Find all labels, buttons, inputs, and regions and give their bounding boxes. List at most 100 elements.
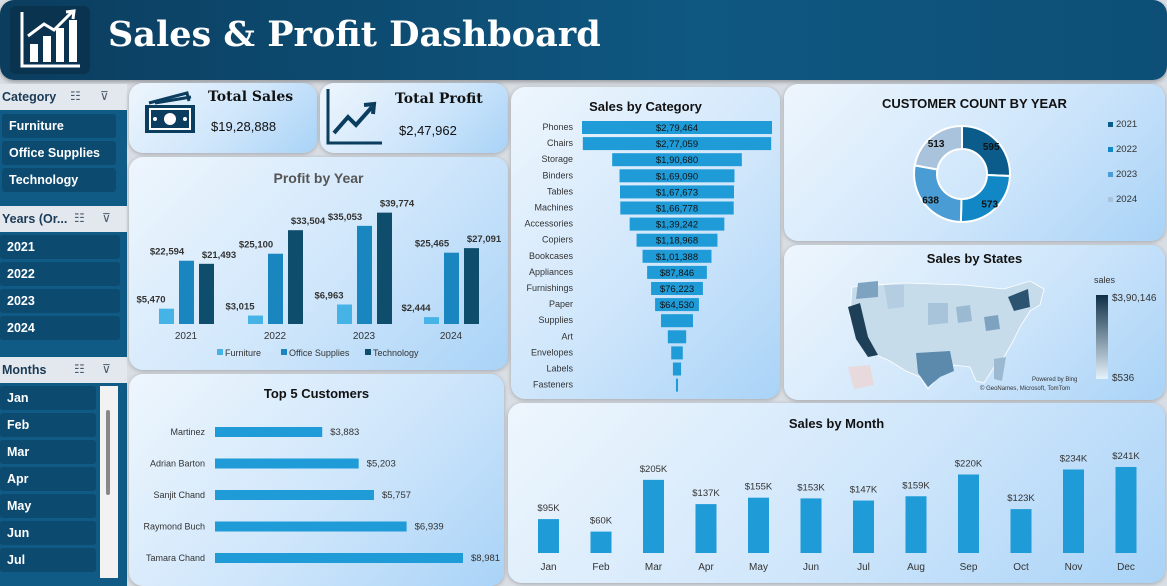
category-bar — [661, 314, 693, 328]
profit-bar — [268, 253, 283, 324]
category-value: $87,846 — [660, 268, 694, 279]
month-value: $155K — [745, 482, 773, 493]
category-label: Bookcases — [529, 251, 574, 261]
legend-label: 2022 — [1116, 144, 1137, 155]
bar-chart-logo-icon — [10, 6, 90, 74]
category-value: $1,90,680 — [656, 155, 698, 166]
month-x-tick: Jul — [857, 562, 870, 573]
donut-label: 595 — [983, 142, 1000, 153]
multi-select-icon[interactable]: ☷ — [70, 89, 81, 103]
month-bar — [590, 531, 612, 553]
month-value: $60K — [590, 516, 613, 527]
category-label: Accessories — [524, 219, 573, 229]
category-label: Chairs — [547, 138, 574, 148]
category-bar — [672, 362, 682, 376]
category-value: $1,01,388 — [656, 252, 698, 263]
profit-data-label: $21,493 — [202, 250, 236, 261]
legend-label: Technology — [373, 348, 419, 358]
sales-by-category-card: Sales by Category Phones $2,79,464 Chairs $… — [511, 87, 780, 399]
month-x-tick: Feb — [592, 562, 610, 573]
profit-bar — [357, 225, 372, 324]
legend-label: Office Supplies — [289, 348, 350, 358]
customer-value: $5,203 — [367, 459, 396, 470]
month-bar — [748, 497, 769, 553]
category-value: $1,18,968 — [656, 236, 698, 247]
customer-bar — [215, 553, 463, 563]
slicer-item-mar[interactable]: Mar — [0, 440, 96, 464]
slicer-item-2024[interactable]: 2024 — [0, 316, 120, 340]
donut-slice — [913, 164, 963, 224]
month-x-tick: May — [749, 562, 768, 573]
month-value: $205K — [640, 464, 668, 475]
slicer-item-jun[interactable]: Jun — [0, 521, 96, 545]
profit-data-label: $27,091 — [467, 234, 502, 245]
month-value: $123K — [1007, 493, 1035, 504]
years-slicer-label: Years (Or... — [2, 212, 68, 226]
sales-by-states-title: Sales by States — [926, 251, 1023, 266]
month-x-tick: Jan — [540, 562, 556, 573]
clear-filter-icon[interactable]: ⊽ — [100, 89, 109, 103]
slicer-item-office-supplies[interactable]: Office Supplies — [2, 141, 116, 165]
clear-filter-icon[interactable]: ⊽ — [102, 362, 111, 376]
customer-count-chart: 595 573 638 513 2021 2022 2023 2024 — [913, 119, 1137, 224]
total-sales-label: Total Sales — [208, 89, 294, 105]
donut-slice — [959, 173, 1012, 223]
customer-name: Sanjit Chand — [153, 490, 205, 500]
map-legend-title: sales — [1094, 275, 1116, 285]
customer-value: $6,939 — [415, 522, 444, 533]
month-value: $220K — [955, 458, 983, 469]
slicer-item-apr[interactable]: Apr — [0, 467, 96, 491]
profit-x-tick: 2021 — [175, 331, 198, 342]
month-value: $234K — [1060, 453, 1088, 464]
month-bar — [1115, 467, 1137, 553]
month-value: $95K — [537, 503, 560, 514]
map-powered-by: Powered by Bing — [1032, 377, 1078, 383]
months-slicer-header: Months ☷ ⊽ — [0, 357, 127, 383]
category-value: $1,67,673 — [656, 187, 698, 198]
category-value: $76,223 — [660, 284, 694, 295]
profit-bar — [159, 308, 174, 324]
customer-name: Adrian Barton — [150, 459, 205, 469]
profit-bar — [288, 230, 303, 324]
total-sales-card: Total Sales $19,28,888 — [129, 83, 317, 153]
profit-bar — [464, 248, 479, 324]
category-label: Storage — [541, 154, 573, 164]
sales-by-month-chart: $95K Jan $60K Feb $205K Mar $137K Apr $155K May $1… — [537, 451, 1140, 573]
month-bar — [538, 519, 559, 553]
profit-bar — [179, 260, 194, 324]
slicer-item-feb[interactable]: Feb — [0, 413, 96, 437]
slicer-item-technology[interactable]: Technology — [2, 168, 116, 192]
category-bar — [667, 330, 687, 344]
multi-select-icon[interactable]: ☷ — [74, 362, 85, 376]
multi-select-icon[interactable]: ☷ — [74, 211, 85, 225]
slicer-item-2023[interactable]: 2023 — [0, 289, 120, 313]
legend-label: 2023 — [1116, 169, 1137, 180]
top-customers-chart: Martinez $3,883 Adrian Barton $5,203 Sanjit … — [143, 427, 500, 564]
slicer-item-2022[interactable]: 2022 — [0, 262, 120, 286]
profit-bar — [337, 304, 352, 324]
category-value: $2,79,464 — [656, 123, 698, 134]
customer-name: Martinez — [170, 427, 205, 437]
months-scrollbar-thumb[interactable] — [106, 410, 110, 495]
slicer-item-jul[interactable]: Jul — [0, 548, 96, 572]
slicer-item-2021[interactable]: 2021 — [0, 235, 120, 259]
slicer-item-jan[interactable]: Jan — [0, 386, 96, 410]
map-legend-max: $3,90,146 — [1112, 293, 1157, 304]
month-bar — [853, 500, 874, 553]
money-icon — [145, 91, 195, 133]
month-x-tick: Sep — [960, 562, 978, 573]
month-bar — [1010, 509, 1032, 553]
slicer-item-furniture[interactable]: Furniture — [2, 114, 116, 138]
month-x-tick: Oct — [1013, 562, 1029, 573]
profit-x-tick: 2024 — [440, 331, 463, 342]
profit-data-label: $35,053 — [328, 212, 362, 223]
clear-filter-icon[interactable]: ⊽ — [102, 211, 111, 225]
profit-data-label: $22,594 — [150, 247, 185, 258]
month-x-tick: Nov — [1065, 562, 1083, 573]
category-label: Supplies — [538, 315, 573, 325]
slicer-item-may[interactable]: May — [0, 494, 96, 518]
customer-value: $5,757 — [382, 490, 411, 501]
us-map[interactable] — [844, 267, 1054, 395]
legend-swatch — [1108, 172, 1113, 177]
sales-by-month-card: Sales by Month $95K Jan $60K Feb $205K Mar $13… — [508, 403, 1165, 583]
